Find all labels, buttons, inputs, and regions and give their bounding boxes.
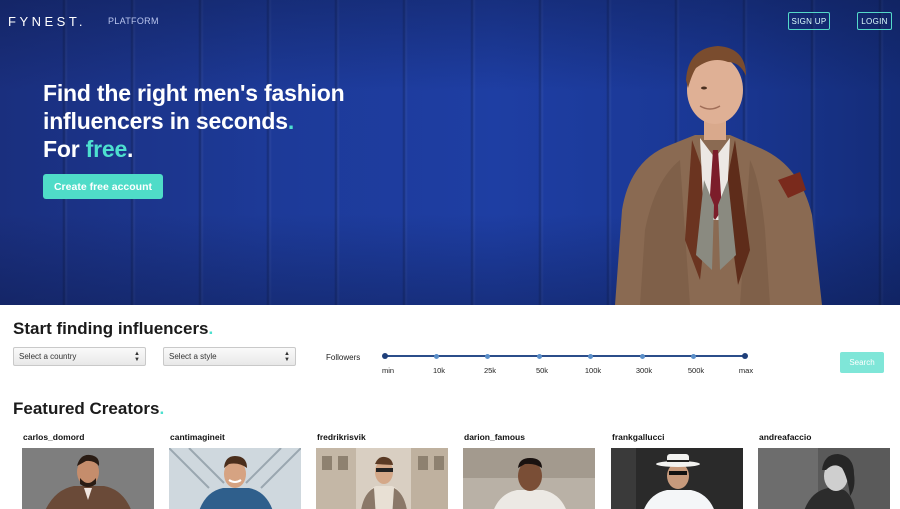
slider-tick xyxy=(485,353,491,359)
creator-name[interactable]: darion_famous xyxy=(464,432,595,442)
nav-platform-link[interactable]: PLATFORM xyxy=(108,16,159,26)
creator-card[interactable]: darion_famous xyxy=(463,432,595,509)
hero-headline-line3-dot: . xyxy=(127,136,134,162)
style-select[interactable]: Select a style ▲ ▼ xyxy=(163,347,296,366)
slider-tick-label: min xyxy=(381,366,395,375)
creator-name[interactable]: fredrikrisvik xyxy=(317,432,448,442)
select-arrows-icon: ▲ ▼ xyxy=(134,351,140,363)
followers-range-slider[interactable] xyxy=(382,353,748,359)
select-arrows-icon: ▲ ▼ xyxy=(284,351,290,363)
slider-tick xyxy=(536,353,542,359)
signup-button[interactable]: SIGN UP xyxy=(788,12,830,30)
login-button[interactable]: LOGIN xyxy=(857,12,892,30)
hero-headline-highlight: free xyxy=(85,136,128,162)
creator-name[interactable]: cantimagineit xyxy=(170,432,301,442)
search-section-title-dot: . xyxy=(208,319,214,338)
slider-tick-label: 25k xyxy=(483,366,497,375)
creator-photo[interactable] xyxy=(22,448,154,509)
style-select-value: Select a style xyxy=(169,352,217,361)
slider-tick xyxy=(588,353,594,359)
hero-model-photo xyxy=(615,46,822,305)
hero-headline: Find the right men's fashion influencers… xyxy=(43,79,345,163)
create-account-button[interactable]: Create free account xyxy=(43,174,163,199)
creator-photo[interactable] xyxy=(463,448,595,509)
logo[interactable]: FYNEST. xyxy=(8,14,86,29)
slider-tick-label: max xyxy=(738,366,754,375)
creator-name[interactable]: frankgallucci xyxy=(612,432,743,442)
creator-photo[interactable] xyxy=(169,448,301,509)
hero-headline-line2-dot: . xyxy=(287,108,295,134)
featured-section-title: Featured Creators. xyxy=(13,399,164,419)
creator-photo[interactable] xyxy=(611,448,743,509)
country-select-value: Select a country xyxy=(19,352,77,361)
hero-headline-line1: Find the right men's fashion xyxy=(43,80,345,106)
hero-headline-line3-prefix: For xyxy=(43,136,86,162)
slider-tick xyxy=(691,353,697,359)
search-section-title: Start finding influencers. xyxy=(13,319,213,339)
search-button[interactable]: Search xyxy=(840,352,884,373)
creator-card[interactable]: fredrikrisvik xyxy=(316,432,448,509)
slider-tick-label: 10k xyxy=(432,366,446,375)
slider-handle-max[interactable] xyxy=(742,353,748,359)
creator-card[interactable]: carlos_domord xyxy=(22,432,154,509)
hero-headline-line2: influencers in seconds. xyxy=(43,107,344,135)
creator-photo[interactable] xyxy=(316,448,448,509)
hero-headline-line2-text: influencers in seconds xyxy=(43,108,288,134)
creator-name[interactable]: andreafaccio xyxy=(759,432,890,442)
slider-tick-label: 300k xyxy=(635,366,653,375)
country-select[interactable]: Select a country ▲ ▼ xyxy=(13,347,146,366)
featured-section-title-text: Featured Creators xyxy=(13,399,160,418)
creator-photo[interactable] xyxy=(758,448,890,509)
slider-tick-label: 500k xyxy=(687,366,705,375)
creator-card[interactable]: frankgallucci xyxy=(611,432,743,509)
slider-tick xyxy=(639,353,645,359)
slider-tick-label: 50k xyxy=(535,366,549,375)
creator-name[interactable]: carlos_domord xyxy=(23,432,154,442)
slider-handle-min[interactable] xyxy=(382,353,388,359)
featured-section-title-dot: . xyxy=(159,399,165,418)
creator-card[interactable]: andreafaccio xyxy=(758,432,890,509)
slider-tick xyxy=(433,353,439,359)
creator-card[interactable]: cantimagineit xyxy=(169,432,301,509)
search-section-title-text: Start finding influencers xyxy=(13,319,209,338)
followers-label: Followers xyxy=(326,353,361,362)
slider-tick-label: 100k xyxy=(584,366,602,375)
hero-banner: FYNEST. PLATFORM SIGN UP LOGIN Find the … xyxy=(0,0,900,305)
hero-headline-line3: For free. xyxy=(43,135,344,163)
